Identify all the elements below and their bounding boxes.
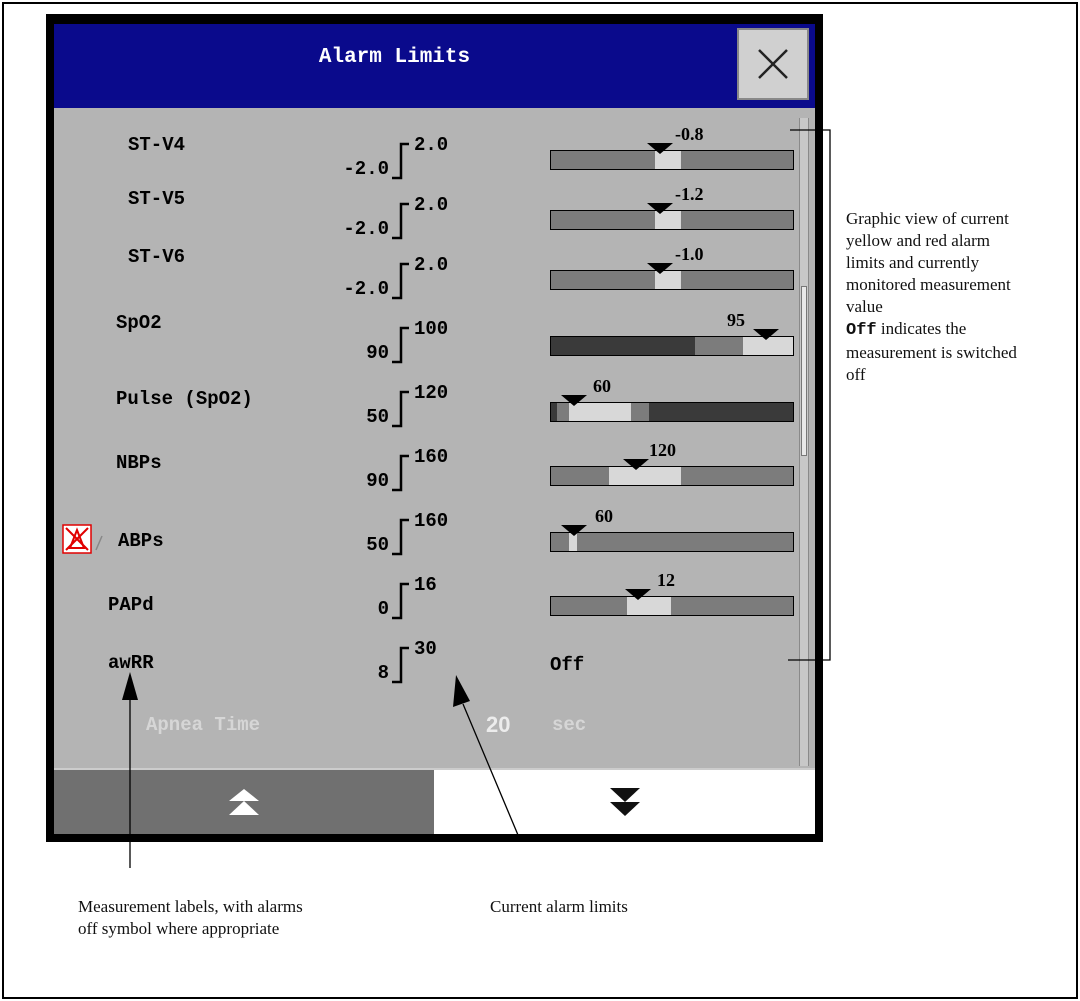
limits-annotation: Current alarm limits (490, 896, 730, 918)
annotation-line: measurement is switched (846, 343, 1017, 362)
off-keyword: Off (846, 321, 877, 340)
annotation-line: Measurement labels, with alarms (78, 897, 303, 916)
annotation-line: Current alarm limits (490, 897, 628, 916)
annotation-line: Graphic view of current (846, 209, 1009, 228)
annotation-line: off (846, 365, 866, 384)
annotation-line: monitored measurement (846, 275, 1011, 294)
annotation-line: yellow and red alarm (846, 231, 990, 250)
annotation-line: off symbol where appropriate (78, 919, 280, 938)
graphic-view-annotation: Graphic view of current yellow and red a… (846, 208, 1076, 386)
annotation-line: limits and currently (846, 253, 980, 272)
callout-lines (122, 129, 831, 868)
annotation-line: Off indicates the (846, 318, 1076, 342)
annotation-text: indicates the (876, 319, 967, 338)
labels-annotation: Measurement labels, with alarms off symb… (78, 896, 398, 940)
annotation-line: value (846, 297, 883, 316)
